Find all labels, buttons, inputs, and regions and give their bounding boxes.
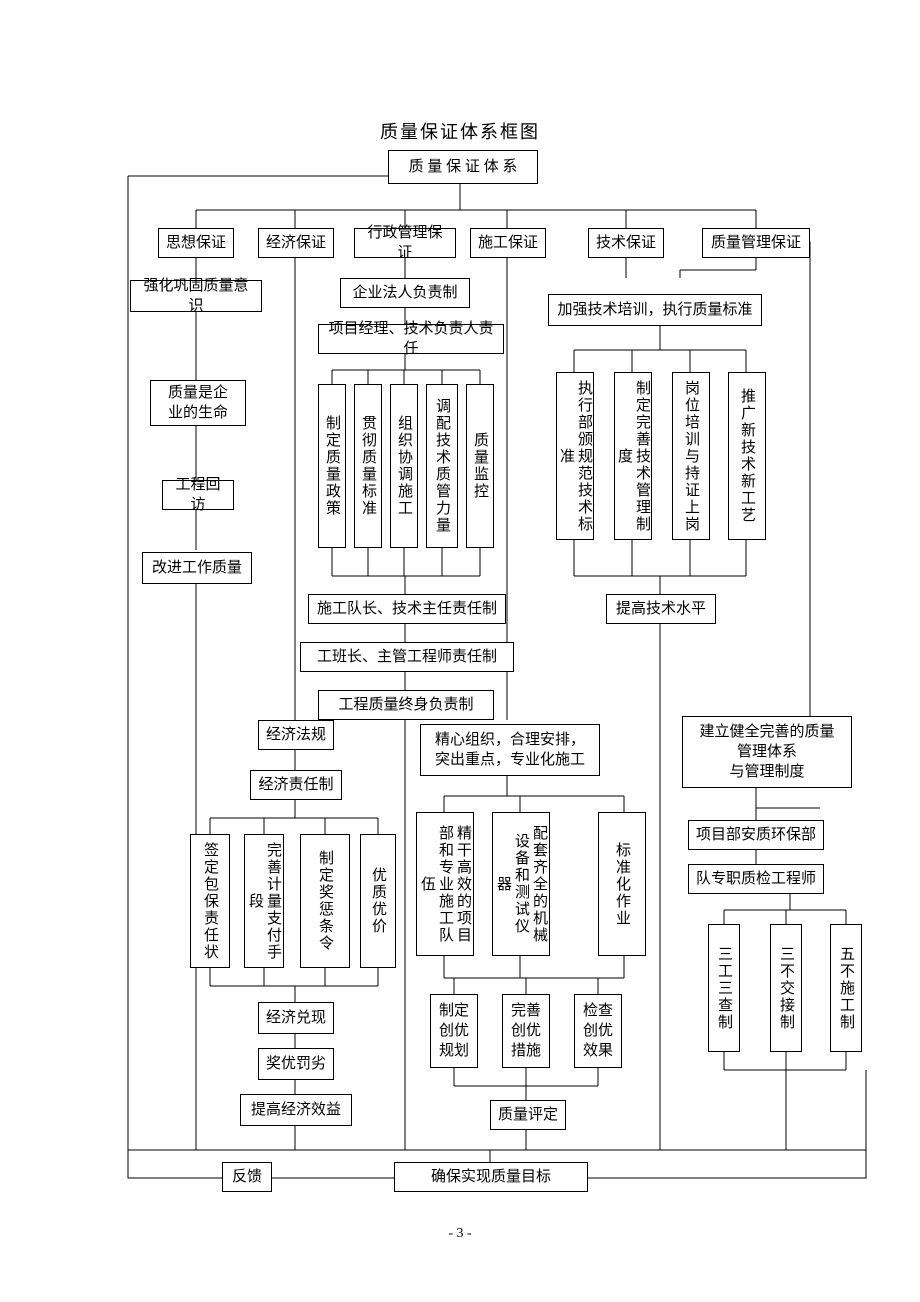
ideology-improve: 改进工作质量 <box>142 552 252 584</box>
admin-foreman: 工班长、主管工程师责任制 <box>300 642 514 672</box>
root-box: 质 量 保 证 体 系 <box>388 150 538 184</box>
lvl1-economic: 经济保证 <box>258 228 334 258</box>
constr-col-2: 标准化作业 <box>598 812 646 956</box>
ideology-strengthen: 强化巩固质量意识 <box>130 280 262 312</box>
admin-corp: 企业法人负责制 <box>340 278 470 308</box>
tech-col-0: 执行部颁规范技术标准 <box>556 372 594 540</box>
econ-cash: 经济兑现 <box>258 1002 334 1034</box>
constr-assess: 质量评定 <box>490 1100 566 1130</box>
econ-col-3: 优质优价 <box>360 834 396 968</box>
lvl1-technical: 技术保证 <box>588 228 664 258</box>
lvl1-admin: 行政管理保证 <box>354 228 456 258</box>
ideology-life: 质量是企 业的生命 <box>150 380 246 426</box>
constr-sub-2: 检查 创优 效果 <box>574 994 622 1068</box>
econ-col-0: 签定包保责任状 <box>190 834 230 968</box>
ideology-revisit: 工程回访 <box>162 480 234 510</box>
econ-law: 经济法规 <box>258 720 334 750</box>
page: 质量保证体系框图 <box>0 0 920 1302</box>
tech-training: 加强技术培训，执行质量标准 <box>548 294 762 326</box>
qm-establish: 建立健全完善的质量 管理体系 与管理制度 <box>682 716 852 788</box>
lvl1-quality-mgmt: 质量管理保证 <box>702 228 810 258</box>
admin-team-lead: 施工队长、技术主任责任制 <box>308 594 506 624</box>
qm-col-0: 三工三查制 <box>708 924 740 1052</box>
admin-col-4: 质量监控 <box>466 384 494 548</box>
constr-col-0: 精干高效的项目部和专业施工队伍 <box>416 812 474 956</box>
econ-reward: 奖优罚劣 <box>258 1048 334 1080</box>
bottom-feedback: 反馈 <box>222 1162 272 1192</box>
tech-col-1: 制定完善技术管理制度 <box>614 372 652 540</box>
admin-col-0: 制定质量政策 <box>318 384 346 548</box>
lvl1-construction: 施工保证 <box>470 228 546 258</box>
admin-lifetime: 工程质量终身负责制 <box>318 690 494 720</box>
bottom-goal: 确保实现质量目标 <box>394 1162 588 1192</box>
constr-col-1: 配套齐全的机械设备和测试仪 器 <box>492 812 550 956</box>
tech-col-2: 岗位培训与持证上岗 <box>672 372 710 540</box>
constr-organize: 精心组织，合理安排， 突出重点，专业化施工 <box>420 724 600 776</box>
admin-col-1: 贯彻质量标准 <box>354 384 382 548</box>
diagram-title: 质量保证体系框图 <box>0 118 920 144</box>
econ-benefit: 提高经济效益 <box>240 1094 352 1126</box>
econ-resp: 经济责任制 <box>250 770 342 800</box>
admin-col-3: 调配技术质管力量 <box>426 384 458 548</box>
qm-col-2: 五不施工制 <box>830 924 862 1052</box>
tech-improve-level: 提高技术水平 <box>606 594 716 624</box>
admin-col-2: 组织协调施工 <box>390 384 418 548</box>
econ-col-2: 制定奖惩条令 <box>300 834 350 968</box>
qm-quality-eng: 队专职质检工程师 <box>688 864 824 894</box>
lvl1-ideology: 思想保证 <box>158 228 234 258</box>
admin-proj: 项目经理、技术负责人责任 <box>318 324 504 354</box>
qm-safety-dept: 项目部安质环保部 <box>688 820 824 850</box>
tech-col-3: 推广新技术新工艺 <box>728 372 766 540</box>
econ-col-1: 完善计量支付手段 <box>244 834 284 968</box>
qm-col-1: 三不交接制 <box>770 924 802 1052</box>
constr-sub-0: 制定 创优 规划 <box>430 994 478 1068</box>
page-number: - 3 - <box>0 1226 920 1242</box>
constr-sub-1: 完善 创优 措施 <box>502 994 550 1068</box>
